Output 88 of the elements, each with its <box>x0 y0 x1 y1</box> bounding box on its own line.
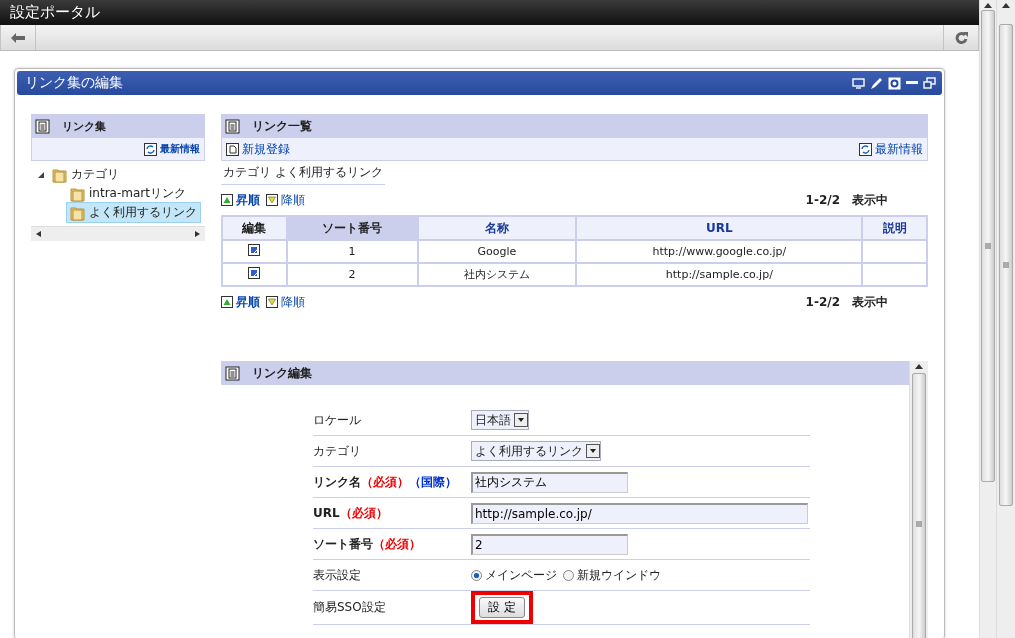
tree-item[interactable]: intra-martリンク <box>66 183 190 204</box>
tree-item[interactable]: よく利用するリンク <box>66 202 201 223</box>
minimize-icon[interactable] <box>906 81 918 85</box>
table-cell: Google <box>417 240 577 263</box>
new-document-icon <box>226 142 239 156</box>
table-cell <box>862 240 927 263</box>
dropdown-icon <box>514 413 528 427</box>
select-field[interactable]: 日本語 <box>471 410 529 430</box>
scroll-left-icon[interactable] <box>35 231 43 237</box>
expanded-icon[interactable] <box>37 170 45 179</box>
radio-button[interactable] <box>563 569 574 581</box>
restore-icon[interactable] <box>923 77 936 89</box>
ascending-icon <box>221 194 233 206</box>
table-cell: http://www.google.co.jp/ <box>576 240 863 263</box>
folder-icon <box>70 204 86 221</box>
back-arrow-icon <box>11 32 25 43</box>
vertical-scrollbar[interactable] <box>979 0 996 638</box>
input-field[interactable]: 社内システム <box>471 471 628 493</box>
window-title: 設定ポータル <box>0 0 979 25</box>
settings-icon[interactable] <box>888 76 901 90</box>
field-label: 表示設定 <box>313 566 362 584</box>
ascending-link[interactable]: 昇順 <box>221 293 260 311</box>
category-label: カテゴリ <box>223 165 271 179</box>
pencil-icon[interactable] <box>870 76 883 90</box>
edit-icon[interactable] <box>248 267 261 279</box>
scroll-up-icon[interactable] <box>1002 2 1010 8</box>
scroll-right-icon[interactable] <box>193 231 201 237</box>
table-cell: 1 <box>286 240 418 263</box>
field-label: リンク名（必須）（国際） <box>313 473 458 491</box>
table-cell: 2 <box>286 263 418 286</box>
descending-icon <box>266 296 278 308</box>
new-link[interactable]: 新規登録 <box>226 140 290 158</box>
grip-icon <box>1003 262 1009 268</box>
folder-icon <box>70 185 86 202</box>
radio-button[interactable] <box>471 569 482 581</box>
column-header: 編集 <box>222 216 287 240</box>
field-label: 簡易SSO設定 <box>313 599 387 616</box>
select-field[interactable]: よく利用するリンク <box>471 441 601 461</box>
descending-link[interactable]: 降順 <box>266 191 305 209</box>
descending-icon <box>266 194 278 206</box>
refresh-icon <box>144 142 157 156</box>
tree-item[interactable]: カテゴリ <box>48 164 123 185</box>
section-title: リンク編集 <box>252 364 312 382</box>
dropdown-icon <box>586 444 600 458</box>
edit-icon[interactable] <box>248 244 261 256</box>
radio-option[interactable]: 新規ウインドウ <box>563 566 661 584</box>
column-header[interactable]: 説明 <box>862 216 927 240</box>
table-cell <box>862 263 927 286</box>
table-cell: 社内システム <box>417 263 577 286</box>
refresh-link[interactable]: 最新情報 <box>144 142 200 156</box>
scroll-up-icon[interactable] <box>915 363 923 369</box>
field-label: URL（必須） <box>313 504 389 522</box>
result-count: 1-2/2 表示中 <box>805 293 888 311</box>
grip-icon <box>985 243 991 249</box>
section-title: リンク集 <box>62 118 106 134</box>
descending-link[interactable]: 降順 <box>266 293 305 311</box>
grip-icon <box>916 521 922 527</box>
field-label: ソート番号（必須） <box>313 535 422 553</box>
back-button[interactable] <box>0 25 36 50</box>
refresh-icon <box>859 142 872 156</box>
input-field[interactable]: http://sample.co.jp/ <box>471 502 808 524</box>
settings-button[interactable]: 設 定 <box>479 597 525 618</box>
refresh-link[interactable]: 最新情報 <box>859 140 923 158</box>
table-cell: http://sample.co.jp/ <box>576 263 863 286</box>
vertical-scrollbar[interactable] <box>996 0 1015 638</box>
clipboard-icon <box>225 365 240 381</box>
clipboard-icon <box>225 118 240 134</box>
field-label: ロケール <box>313 411 362 429</box>
field-label: カテゴリ <box>313 442 362 460</box>
monitor-icon[interactable] <box>852 77 865 89</box>
portlet-title: リンク集の編集 <box>25 74 123 92</box>
input-field[interactable]: 2 <box>471 533 628 555</box>
horizontal-scrollbar[interactable] <box>31 226 205 241</box>
category-value: よく利用するリンク <box>274 165 383 179</box>
column-header[interactable]: ソート番号 <box>286 216 418 240</box>
scroll-up-icon[interactable] <box>984 2 992 8</box>
result-count: 1-2/2 表示中 <box>805 191 888 209</box>
clipboard-icon <box>35 118 50 134</box>
ascending-icon <box>221 296 233 308</box>
reload-button[interactable] <box>943 25 979 50</box>
ascending-link[interactable]: 昇順 <box>221 191 260 209</box>
vertical-scrollbar[interactable] <box>909 361 928 638</box>
reload-icon <box>954 31 968 44</box>
section-title: リンク一覧 <box>252 117 312 135</box>
column-header[interactable]: 名称 <box>417 216 577 240</box>
folder-icon <box>52 166 68 183</box>
column-header[interactable]: URL <box>576 216 863 240</box>
radio-option[interactable]: メインページ <box>471 566 557 584</box>
